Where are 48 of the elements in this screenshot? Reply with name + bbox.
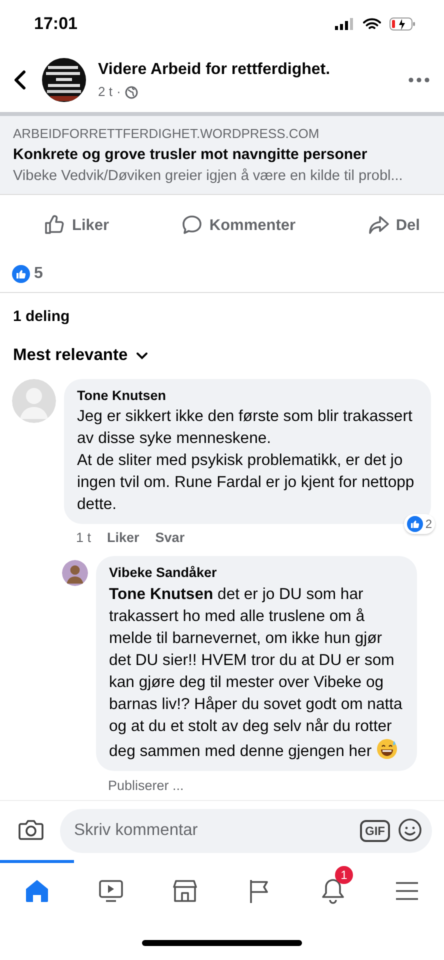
camera-icon	[18, 818, 44, 842]
comment-text: Tone Knutsen det er jo DU som har trakassert ho med alle truslene om å melde til barnevernet, om ikke hun gjør det DU sier!! HVEM tror du at DU er som kan gjøre deg til mester over Vibeke og barnas liv!? Håper du sovet godt om natta og at du et stolt av deg selv når du rotter deg sammen med denne gjengen her	[109, 584, 404, 762]
speech-bubble-icon	[181, 214, 204, 236]
share-button[interactable]: Del	[364, 210, 424, 241]
smiley-icon	[398, 818, 422, 842]
posting-status: Publiserer ...	[107, 776, 185, 794]
reaction-count[interactable]: 5	[34, 262, 43, 286]
notifications-tab[interactable]: 1	[296, 860, 370, 918]
sort-dropdown[interactable]: Mest relevante	[0, 340, 161, 371]
notification-badge: 1	[335, 866, 353, 884]
link-description: Vibeke Vedvik/Døviken greier igjen å være en kilde til probl...	[13, 167, 404, 186]
page-name[interactable]: Videre Arbeid for rettferdighet.	[98, 58, 400, 82]
link-domain: ARBEIDFORRETTFERDIGHET.WORDPRESS.COM	[13, 125, 320, 143]
like-button[interactable]: Liker	[40, 210, 114, 241]
separator: ·	[116, 83, 121, 102]
avatar	[12, 378, 56, 423]
comment-text: Jeg er sikkert ikke den første som blir trakassert av disse syke menneskene. At de sliter med psykisk problematikk, er det jo ingen tvil om. Rune Fardal er jo kjent for nettopp dette.	[77, 407, 416, 515]
like-reaction-icon	[407, 516, 424, 532]
share-arrow-icon	[368, 214, 390, 236]
comment-author[interactable]: Tone Knutsen	[77, 386, 419, 406]
link-title: Konkrete og grove trusler mot navngitte personer	[13, 144, 368, 164]
chevron-down-icon	[136, 352, 148, 360]
comment-input[interactable]: Skriv kommentar GIF	[60, 808, 432, 852]
back-icon	[14, 70, 26, 90]
status-time: 17:01	[34, 13, 78, 36]
more-icon	[408, 76, 430, 83]
camera-button[interactable]	[18, 818, 44, 843]
comment-author[interactable]: Vibeke Sandåker	[109, 563, 405, 584]
back-button[interactable]	[14, 68, 26, 92]
avatar	[62, 560, 88, 586]
gif-button[interactable]: GIF	[360, 820, 390, 842]
post-time: 2 t	[98, 83, 112, 102]
thumbs-up-icon	[44, 214, 66, 236]
battery-icon	[389, 17, 416, 31]
wifi-icon	[363, 18, 381, 30]
comment-action-link[interactable]: Svar	[155, 528, 185, 548]
reaction-badge[interactable]: 2	[404, 514, 435, 534]
comment-time: 1 t	[76, 529, 92, 547]
signal-icon	[335, 18, 355, 30]
comment-button[interactable]: Kommenter	[177, 210, 300, 241]
share-count[interactable]: 1 deling	[0, 292, 444, 341]
reaction-count: 2	[425, 516, 432, 533]
emoji-button[interactable]	[398, 818, 422, 843]
link-preview-card[interactable]: ARBEIDFORRETTFERDIGHET.WORDPRESS.COM Konkrete og grove trusler mot navngitte personer Vibeke Vedvik/Døviken greier igjen å være en kilde til probl...	[0, 112, 444, 194]
smiley-icon	[376, 738, 398, 760]
like-reaction-icon	[12, 264, 30, 283]
globe-icon	[124, 86, 138, 98]
comment-action-link[interactable]: Liker	[107, 528, 140, 548]
